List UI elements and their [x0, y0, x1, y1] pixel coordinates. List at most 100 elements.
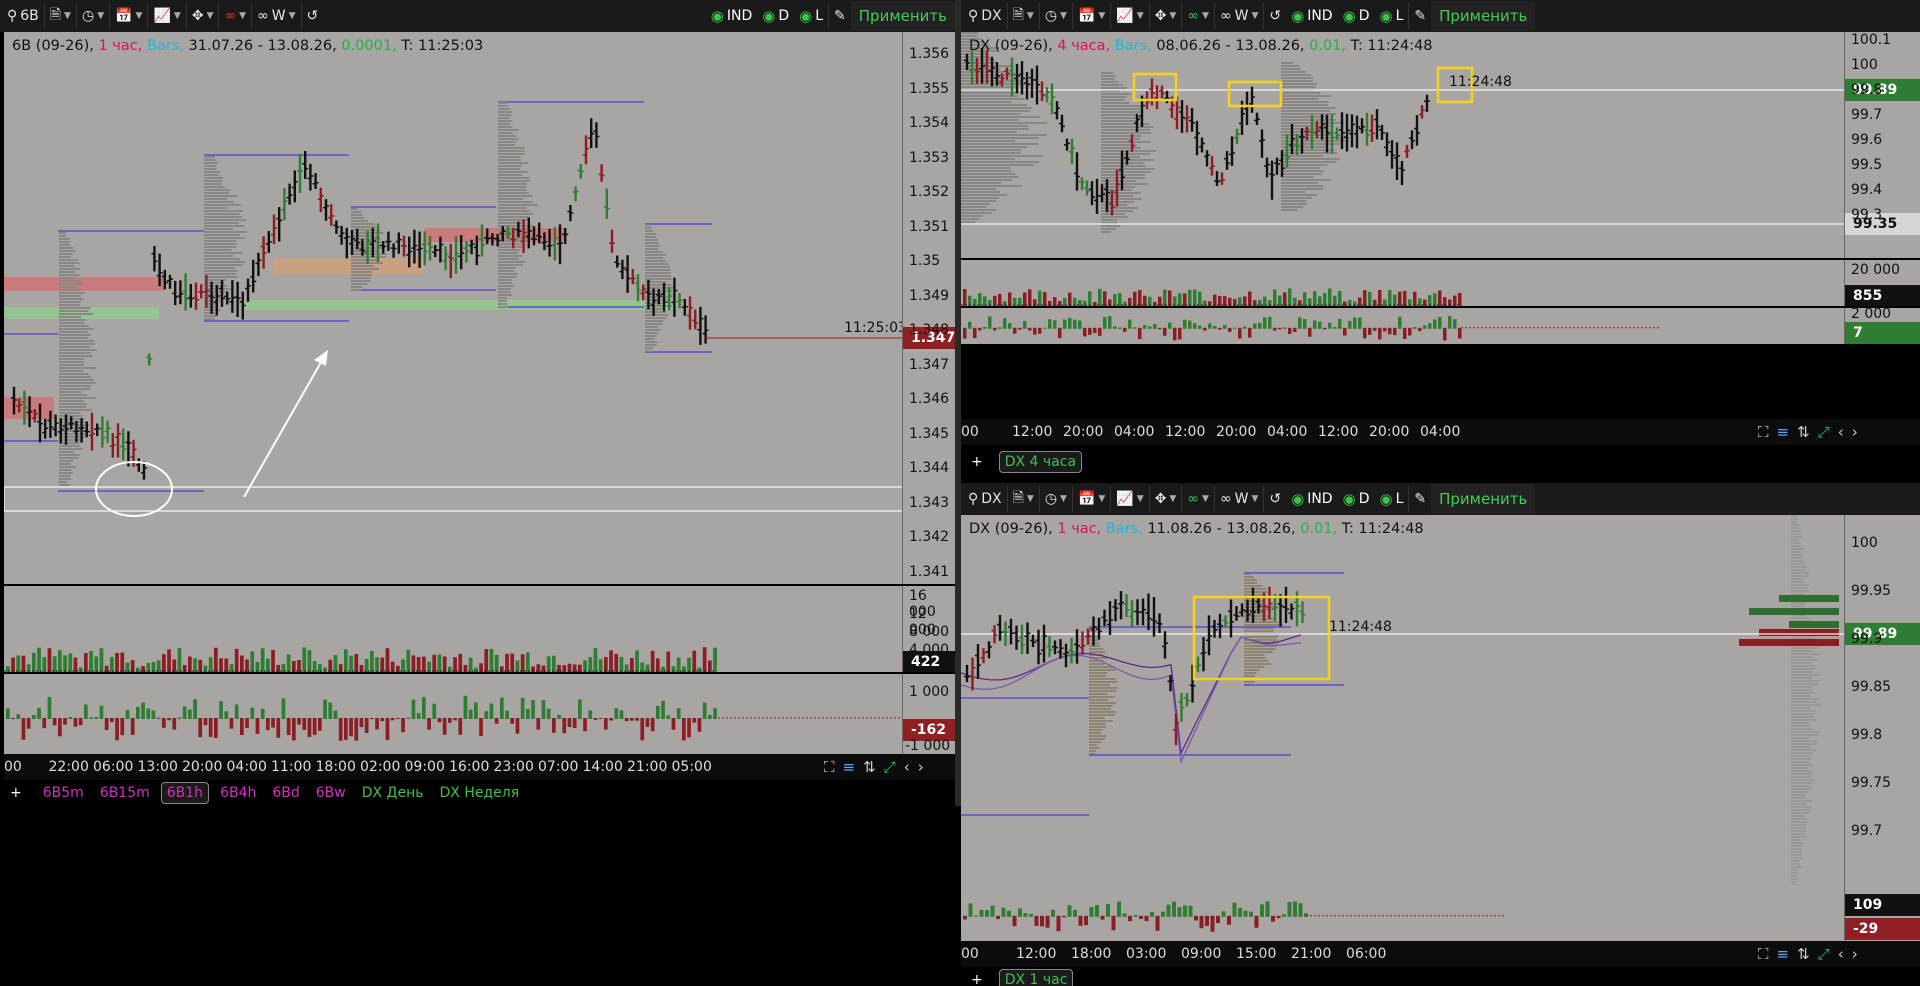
apply-button[interactable]: Применить	[850, 1, 955, 31]
tab-6b1h[interactable]: 6B1h	[160, 782, 210, 804]
delta-bar	[661, 700, 665, 719]
left-volume-chart[interactable]	[4, 586, 902, 672]
draw-button[interactable]: ✎	[1408, 3, 1431, 29]
template-button[interactable]: 🗎 ▼	[43, 3, 76, 29]
period-button[interactable]: ∞ W ▼	[251, 3, 300, 29]
scale-icon[interactable]: ⇅	[1797, 945, 1810, 963]
crosshair-button[interactable]: ✥ ▼	[185, 3, 219, 29]
chevron-left-icon[interactable]: ‹	[1838, 945, 1844, 963]
toggle-ind[interactable]: ◉ IND	[1286, 7, 1337, 25]
chevron-right-icon[interactable]: ›	[1852, 945, 1858, 963]
settings-sliders-icon[interactable]: ≡	[1777, 945, 1790, 963]
link-button[interactable]: ∞ ▼	[1181, 486, 1214, 512]
expand-icon[interactable]: ⤢	[884, 758, 896, 776]
expand-icon[interactable]: ⤢	[1818, 423, 1830, 441]
left-price-axis[interactable]: 1.3478 1.3561.3551.3541.3531.3521.3511.3…	[902, 32, 955, 584]
toggle-d[interactable]: ◉ D	[757, 7, 794, 25]
tab-dx-week[interactable]: DX Неделя	[435, 783, 525, 803]
crosshair-button[interactable]: ✥ ▼	[1148, 3, 1182, 29]
histogram-row	[1089, 747, 1100, 749]
undo-button[interactable]: ↺	[1263, 3, 1286, 29]
toggle-d[interactable]: ◉ D	[1338, 7, 1375, 25]
add-tab-button[interactable]: +	[10, 785, 22, 801]
rt-price-axis[interactable]: 99.89 99.35 100.1 100 99.8 99.7 99.6 99.5 99.4…	[1844, 32, 1920, 258]
indicators-button[interactable]: 📈 ▼	[1110, 3, 1148, 29]
draw-button[interactable]: ✎	[1408, 486, 1431, 512]
interval-button[interactable]: ◷ ▼	[1038, 486, 1072, 512]
template-button[interactable]: 🗎 ▼	[1006, 486, 1039, 512]
rt-price-chart[interactable]: DX (09-26), 4 часа, Bars, 08.06.26 - 13.…	[961, 32, 1844, 258]
chevron-right-icon[interactable]: ›	[918, 758, 924, 776]
delta-bar	[983, 326, 987, 329]
calendar-button[interactable]: 📅 ▼	[1071, 486, 1110, 512]
delta-bar	[1223, 324, 1227, 329]
undo-button[interactable]: ↺	[1263, 486, 1286, 512]
settings-sliders-icon[interactable]: ≡	[1777, 423, 1790, 441]
scale-icon[interactable]: ⇅	[863, 758, 876, 776]
toggle-ind[interactable]: ◉ IND	[706, 7, 757, 25]
draw-button[interactable]: ✎	[828, 3, 851, 29]
tab-6bw[interactable]: 6Bw	[311, 783, 351, 803]
delta-bar	[1328, 322, 1332, 329]
link-button[interactable]: ∞ ▼	[1181, 3, 1214, 29]
toggle-l[interactable]: ◉ L	[794, 7, 828, 25]
crosshair-button[interactable]: ✥ ▼	[1148, 486, 1182, 512]
expand-icon[interactable]: ⤢	[1818, 945, 1830, 963]
delta-bar	[1293, 327, 1297, 332]
rt-time-axis[interactable]: ⛶ ≡ ⇅ ⤢ ‹ › 00 12:00 20:00 04:00 12:00 20:00 0…	[961, 419, 1920, 445]
tab-dx-4h[interactable]: DX 4 часа	[998, 451, 1083, 473]
apply-button[interactable]: Применить	[1431, 484, 1536, 514]
chevron-left-icon[interactable]: ‹	[1838, 423, 1844, 441]
rb-time-axis[interactable]: ⛶ ≡ ⇅ ⤢ ‹ › 00 12:00 18:00 03:00 09:00 15:00 2…	[961, 941, 1920, 967]
symbol-search[interactable]: ⚲ DX	[963, 486, 1007, 512]
interval-button[interactable]: ◷ ▼	[1038, 3, 1072, 29]
tab-6b5m[interactable]: 6B5m	[38, 783, 89, 803]
toggle-l[interactable]: ◉ L	[1374, 7, 1408, 25]
symbol-search[interactable]: ⚲ DX	[963, 3, 1007, 29]
tab-6b15m[interactable]: 6B15m	[95, 783, 155, 803]
chevron-down-icon: ▼	[1202, 11, 1209, 21]
period-button[interactable]: ∞ W ▼	[1213, 486, 1263, 512]
time-tick: 03:00	[1126, 946, 1167, 962]
fullscreen-icon[interactable]: ⛶	[1758, 423, 1769, 441]
toggle-d[interactable]: ◉ D	[1338, 490, 1375, 508]
apply-button[interactable]: Применить	[1431, 1, 1536, 31]
template-button[interactable]: 🗎 ▼	[1006, 3, 1039, 29]
left-time-axis[interactable]: ⛶ ≡ ⇅ ⤢ ‹ › 00 22:00 06:00 13:00 20:00 04:00 1…	[4, 754, 955, 780]
calendar-button[interactable]: 📅 ▼	[109, 3, 147, 29]
tab-6b4h[interactable]: 6B4h	[215, 783, 261, 803]
undo-button[interactable]: ↺	[300, 3, 324, 29]
tab-dx-1h[interactable]: DX 1 час	[998, 969, 1074, 986]
rt-delta-chart[interactable]	[961, 308, 1844, 344]
toggle-ind[interactable]: ◉ IND	[1286, 490, 1337, 508]
left-price-chart[interactable]: 6B (09-26), 1 час, Bars, 31.07.26 - 13.0…	[4, 32, 902, 584]
tab-dx-day[interactable]: DX День	[357, 783, 429, 803]
rb-price-axis[interactable]: 99.89 100 99.95 99.9 99.85 99.8 99.75 99.7	[1844, 515, 1920, 885]
tab-6bd[interactable]: 6Bd	[267, 783, 304, 803]
rb-lower-chart[interactable]	[961, 885, 1844, 941]
rb-price-chart[interactable]: DX (09-26), 1 час, Bars, 11.08.26 - 13.0…	[961, 515, 1844, 885]
calendar-button[interactable]: 📅 ▼	[1071, 3, 1110, 29]
delta-bar	[1199, 915, 1204, 929]
toggle-l[interactable]: ◉ L	[1374, 490, 1408, 508]
indicators-button[interactable]: 📈 ▼	[1110, 486, 1148, 512]
rb-nav-icons: ⛶ ≡ ⇅ ⤢ ‹ ›	[1758, 945, 1858, 963]
scale-icon[interactable]: ⇅	[1797, 423, 1810, 441]
rt-volume-chart[interactable]	[961, 260, 1844, 306]
settings-sliders-icon[interactable]: ≡	[843, 758, 856, 776]
interval-button[interactable]: ◷ ▼	[75, 3, 109, 29]
chevron-right-icon[interactable]: ›	[1852, 423, 1858, 441]
delta-bar	[697, 718, 702, 732]
fullscreen-icon[interactable]: ⛶	[1758, 945, 1769, 963]
histogram-row	[498, 114, 512, 116]
link-button[interactable]: ∞ ▼	[218, 3, 251, 29]
period-button[interactable]: ∞ W ▼	[1213, 3, 1263, 29]
histogram-row	[1101, 81, 1119, 83]
symbol-search[interactable]: ⚲ 6B	[2, 3, 44, 29]
indicators-button[interactable]: 📈 ▼	[147, 3, 185, 29]
add-tab-button[interactable]: +	[971, 972, 983, 986]
add-tab-button[interactable]: +	[971, 454, 983, 470]
left-delta-chart[interactable]	[4, 674, 902, 754]
chevron-left-icon[interactable]: ‹	[904, 758, 910, 776]
fullscreen-icon[interactable]: ⛶	[824, 758, 835, 776]
